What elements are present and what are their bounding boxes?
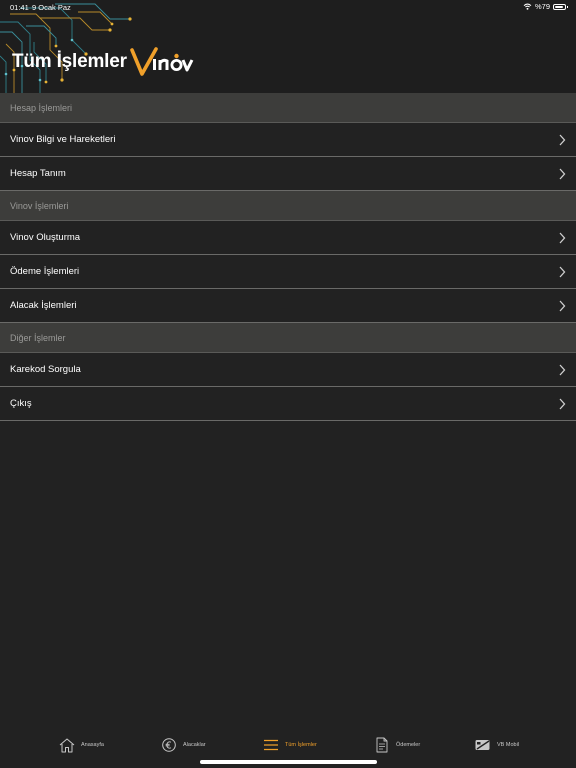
document-icon — [376, 737, 388, 753]
chevron-right-icon — [559, 134, 566, 145]
row-label: Ödeme İşlemleri — [10, 266, 80, 277]
battery-icon — [553, 3, 568, 10]
row-qr-query[interactable]: Karekod Sorgula — [0, 353, 576, 387]
status-date: 9 Ocak Paz — [32, 3, 71, 12]
home-indicator[interactable] — [200, 760, 377, 764]
wifi-icon — [523, 3, 532, 10]
chevron-right-icon — [559, 266, 566, 277]
row-vinov-info[interactable]: Vinov Bilgi ve Hareketleri — [0, 123, 576, 157]
status-bar: 01:41 9 Ocak Paz %79 — [0, 0, 576, 14]
chevron-right-icon — [559, 300, 566, 311]
tab-payments[interactable]: Ödemeler — [373, 737, 420, 753]
chevron-right-icon — [559, 168, 566, 179]
tab-all-operations[interactable]: Tüm İşlemler — [262, 737, 317, 753]
chevron-right-icon — [559, 398, 566, 409]
menu-icon — [264, 739, 278, 751]
row-account-definition[interactable]: Hesap Tanım — [0, 157, 576, 191]
status-right: %79 — [523, 2, 568, 11]
row-vinov-create[interactable]: Vinov Oluşturma — [0, 221, 576, 255]
chevron-right-icon — [559, 364, 566, 375]
section-header-other: Diğer İşlemler — [0, 323, 576, 353]
home-icon — [59, 738, 75, 753]
row-label: Alacak İşlemleri — [10, 300, 77, 311]
tab-label: Ödemeler — [396, 742, 421, 748]
section-header-account: Hesap İşlemleri — [0, 93, 576, 123]
tab-home[interactable]: Anasayfa — [58, 737, 104, 753]
tab-vb-mobile[interactable]: VB Mobil — [474, 737, 519, 753]
row-label: Çıkış — [10, 398, 32, 409]
page-title: Tüm İşlemler — [12, 51, 127, 72]
battery-percent: %79 — [534, 2, 550, 11]
section-header-vinov: Vinov İşlemleri — [0, 191, 576, 221]
row-label: Hesap Tanım — [10, 168, 66, 179]
euro-coin-icon — [162, 738, 176, 752]
card-icon — [475, 740, 490, 750]
tab-receivables[interactable]: Alacaklar — [160, 737, 206, 753]
tab-label: VB Mobil — [497, 742, 520, 748]
vinov-logo — [130, 47, 194, 76]
operations-list: Hesap İşlemleri Vinov Bilgi ve Hareketle… — [0, 93, 576, 421]
row-logout[interactable]: Çıkış — [0, 387, 576, 421]
tab-label: Tüm İşlemler — [285, 742, 317, 748]
tab-label: Anasayfa — [81, 742, 104, 748]
row-label: Vinov Bilgi ve Hareketleri — [10, 134, 116, 145]
chevron-right-icon — [559, 232, 566, 243]
status-time: 01:41 — [10, 3, 29, 12]
row-label: Vinov Oluşturma — [10, 232, 81, 243]
row-payment-operations[interactable]: Ödeme İşlemleri — [0, 255, 576, 289]
row-label: Karekod Sorgula — [10, 364, 81, 375]
row-receivable-operations[interactable]: Alacak İşlemleri — [0, 289, 576, 323]
tab-label: Alacaklar — [183, 742, 206, 748]
